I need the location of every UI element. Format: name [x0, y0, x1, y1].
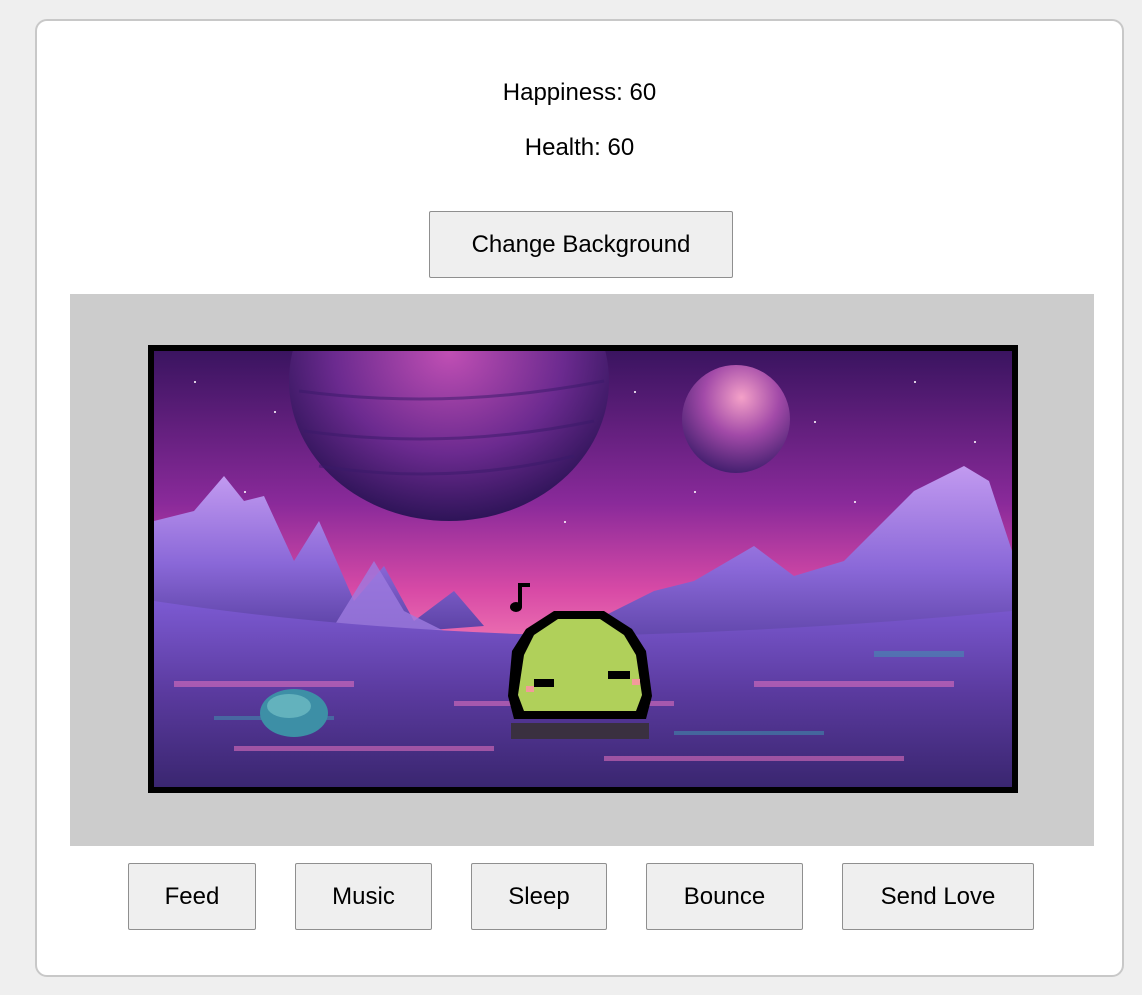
scene-frame: [148, 345, 1018, 793]
pet-stage: [70, 294, 1094, 846]
small-planet: [682, 365, 790, 473]
happiness-label: Happiness:: [502, 79, 623, 106]
health-label: Health:: [524, 134, 601, 161]
feed-button[interactable]: Feed: [128, 863, 256, 930]
pet-card: Happiness: 60 Health: 60 Change Backgrou…: [35, 19, 1124, 977]
health-stat: Health: 60: [37, 134, 1122, 162]
bounce-button[interactable]: Bounce: [646, 863, 803, 930]
health-value: 60: [607, 134, 635, 161]
pet-left-cheek: [526, 686, 534, 692]
happiness-value: 60: [629, 79, 657, 106]
pet-right-cheek: [632, 679, 640, 685]
happiness-stat: Happiness: 60: [37, 79, 1122, 107]
pet-left-eye: [534, 679, 554, 687]
sleep-button[interactable]: Sleep: [471, 863, 607, 930]
send-love-button[interactable]: Send Love: [842, 863, 1034, 930]
alien-planet-scene: [154, 351, 1012, 787]
pet-right-eye: [608, 671, 630, 679]
pet-shadow: [511, 723, 649, 739]
music-button[interactable]: Music: [295, 863, 432, 930]
change-background-button[interactable]: Change Background: [429, 211, 733, 278]
